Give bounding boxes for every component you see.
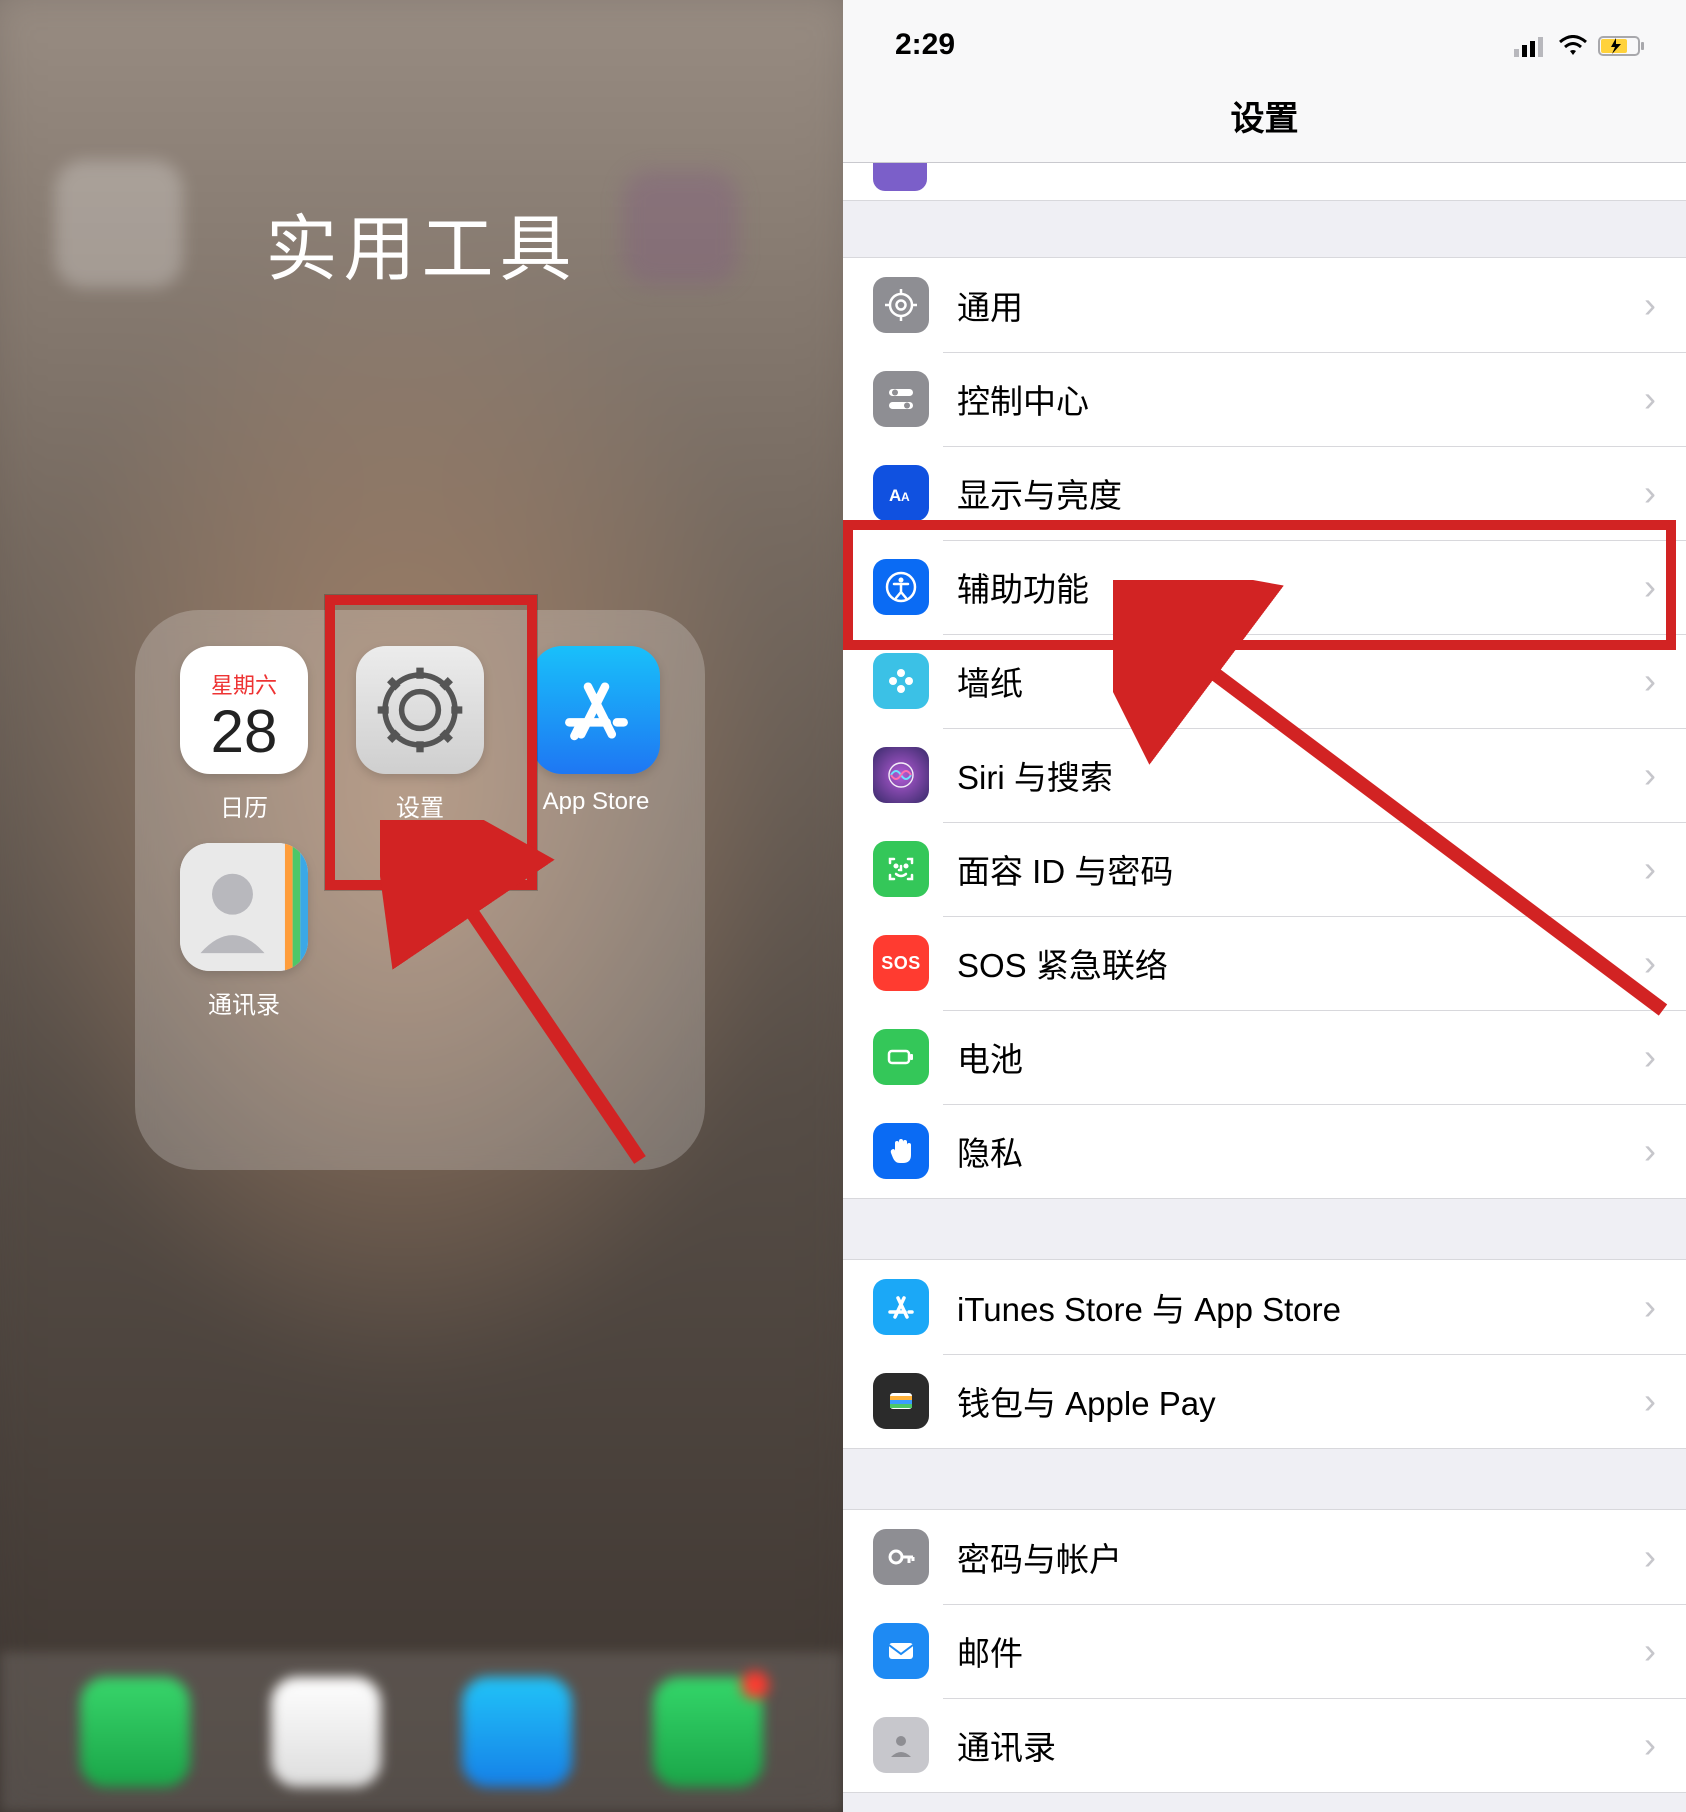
settings-group: iTunes Store 与 App Store › 钱包与 Apple Pay… bbox=[843, 1259, 1686, 1449]
row-label: 通用 bbox=[957, 281, 1644, 329]
row-label: 墙纸 bbox=[957, 657, 1644, 705]
list-item-partial[interactable] bbox=[843, 163, 1686, 201]
group-spacer bbox=[843, 201, 1686, 257]
sos-icon: SOS bbox=[873, 935, 929, 991]
row-wallpaper[interactable]: 墙纸 › bbox=[843, 634, 1686, 728]
settings-list: 通用 › 控制中心 › AA 显示与亮度 › 辅助功能 › 墙纸 › bbox=[843, 257, 1686, 1793]
appstore-icon bbox=[873, 1279, 929, 1335]
row-mail[interactable]: 邮件 › bbox=[843, 1604, 1686, 1698]
row-general[interactable]: 通用 › bbox=[843, 258, 1686, 352]
mail-icon bbox=[873, 1623, 929, 1679]
app-label: 通讯录 bbox=[208, 985, 280, 1020]
row-privacy[interactable]: 隐私 › bbox=[843, 1104, 1686, 1198]
faceid-icon bbox=[873, 841, 929, 897]
contacts-icon bbox=[180, 843, 308, 971]
app-label: 日历 bbox=[220, 788, 268, 823]
battery-icon bbox=[873, 1029, 929, 1085]
settings-group: 通用 › 控制中心 › AA 显示与亮度 › 辅助功能 › 墙纸 › bbox=[843, 257, 1686, 1199]
chevron-right-icon: › bbox=[1644, 566, 1656, 608]
chevron-right-icon: › bbox=[1644, 1036, 1656, 1078]
row-display[interactable]: AA 显示与亮度 › bbox=[843, 446, 1686, 540]
chevron-right-icon: › bbox=[1644, 848, 1656, 890]
calendar-day: 28 bbox=[211, 702, 278, 762]
toggles-icon bbox=[873, 371, 929, 427]
app-calendar[interactable]: 星期六 28 日历 bbox=[180, 646, 308, 823]
wallet-icon bbox=[873, 1373, 929, 1429]
row-label: 通讯录 bbox=[957, 1721, 1644, 1769]
row-label: 面容 ID 与密码 bbox=[957, 845, 1644, 893]
settings-screen: 2:29 设置 通用 › 控 bbox=[843, 0, 1686, 1812]
row-wallet[interactable]: 钱包与 Apple Pay › bbox=[843, 1354, 1686, 1448]
contacts-icon bbox=[873, 1717, 929, 1773]
nav-header: 设置 bbox=[843, 68, 1686, 163]
chevron-right-icon: › bbox=[1644, 1630, 1656, 1672]
chevron-right-icon: › bbox=[1644, 1724, 1656, 1766]
wifi-icon bbox=[1558, 35, 1588, 62]
chevron-right-icon: › bbox=[1644, 284, 1656, 326]
svg-text:A: A bbox=[889, 486, 901, 505]
settings-group: 密码与帐户 › 邮件 › 通讯录 › bbox=[843, 1509, 1686, 1793]
page-title: 设置 bbox=[1231, 91, 1299, 140]
row-label: 电池 bbox=[957, 1033, 1644, 1081]
chevron-right-icon: › bbox=[1644, 472, 1656, 514]
row-label: 控制中心 bbox=[957, 375, 1644, 423]
row-label: SOS 紧急联络 bbox=[957, 939, 1644, 987]
battery-charging-icon bbox=[1598, 35, 1646, 62]
row-label: 邮件 bbox=[957, 1627, 1644, 1675]
dock bbox=[0, 1652, 843, 1812]
row-label: 显示与亮度 bbox=[957, 469, 1644, 517]
row-faceid[interactable]: 面容 ID 与密码 › bbox=[843, 822, 1686, 916]
hand-icon bbox=[873, 1123, 929, 1179]
dock-app[interactable] bbox=[80, 1677, 190, 1787]
chevron-right-icon: › bbox=[1644, 1130, 1656, 1172]
row-battery[interactable]: 电池 › bbox=[843, 1010, 1686, 1104]
app-label: App Store bbox=[543, 788, 650, 816]
status-time: 2:29 bbox=[895, 28, 955, 62]
chevron-right-icon: › bbox=[1644, 1286, 1656, 1328]
key-icon bbox=[873, 1529, 929, 1585]
dock-app[interactable] bbox=[653, 1677, 763, 1787]
chevron-right-icon: › bbox=[1644, 754, 1656, 796]
row-label: 密码与帐户 bbox=[957, 1533, 1644, 1581]
folder-title: 实用工具 bbox=[0, 190, 843, 295]
text-size-icon: AA bbox=[873, 465, 929, 521]
annotation-highlight-box bbox=[325, 595, 537, 890]
row-label: 辅助功能 bbox=[957, 563, 1644, 611]
status-bar: 2:29 bbox=[843, 0, 1686, 68]
row-itunes[interactable]: iTunes Store 与 App Store › bbox=[843, 1260, 1686, 1354]
chevron-right-icon: › bbox=[1644, 1380, 1656, 1422]
row-label: Siri 与搜索 bbox=[957, 751, 1644, 799]
accessibility-icon bbox=[873, 559, 929, 615]
dock-app[interactable] bbox=[271, 1677, 381, 1787]
flower-icon bbox=[873, 653, 929, 709]
calendar-weekday: 星期六 bbox=[211, 668, 277, 700]
chevron-right-icon: › bbox=[1644, 942, 1656, 984]
row-icon-partial bbox=[873, 163, 927, 191]
row-control-center[interactable]: 控制中心 › bbox=[843, 352, 1686, 446]
row-label: 钱包与 Apple Pay bbox=[957, 1377, 1644, 1425]
calendar-icon: 星期六 28 bbox=[180, 646, 308, 774]
row-passwords[interactable]: 密码与帐户 › bbox=[843, 1510, 1686, 1604]
row-label: iTunes Store 与 App Store bbox=[957, 1283, 1644, 1331]
row-label: 隐私 bbox=[957, 1127, 1644, 1175]
chevron-right-icon: › bbox=[1644, 660, 1656, 702]
row-contacts[interactable]: 通讯录 › bbox=[843, 1698, 1686, 1792]
chevron-right-icon: › bbox=[1644, 378, 1656, 420]
svg-text:A: A bbox=[901, 490, 910, 504]
appstore-icon bbox=[532, 646, 660, 774]
row-sos[interactable]: SOS SOS 紧急联络 › bbox=[843, 916, 1686, 1010]
chevron-right-icon: › bbox=[1644, 1536, 1656, 1578]
home-folder-screen: 实用工具 星期六 28 日历 设置 bbox=[0, 0, 843, 1812]
dock-app[interactable] bbox=[462, 1677, 572, 1787]
app-contacts[interactable]: 通讯录 bbox=[180, 843, 308, 1020]
row-siri[interactable]: Siri 与搜索 › bbox=[843, 728, 1686, 822]
app-appstore[interactable]: App Store bbox=[532, 646, 660, 823]
cellular-signal-icon bbox=[1514, 35, 1548, 62]
row-accessibility[interactable]: 辅助功能 › bbox=[843, 540, 1686, 634]
gear-icon bbox=[873, 277, 929, 333]
siri-icon bbox=[873, 747, 929, 803]
